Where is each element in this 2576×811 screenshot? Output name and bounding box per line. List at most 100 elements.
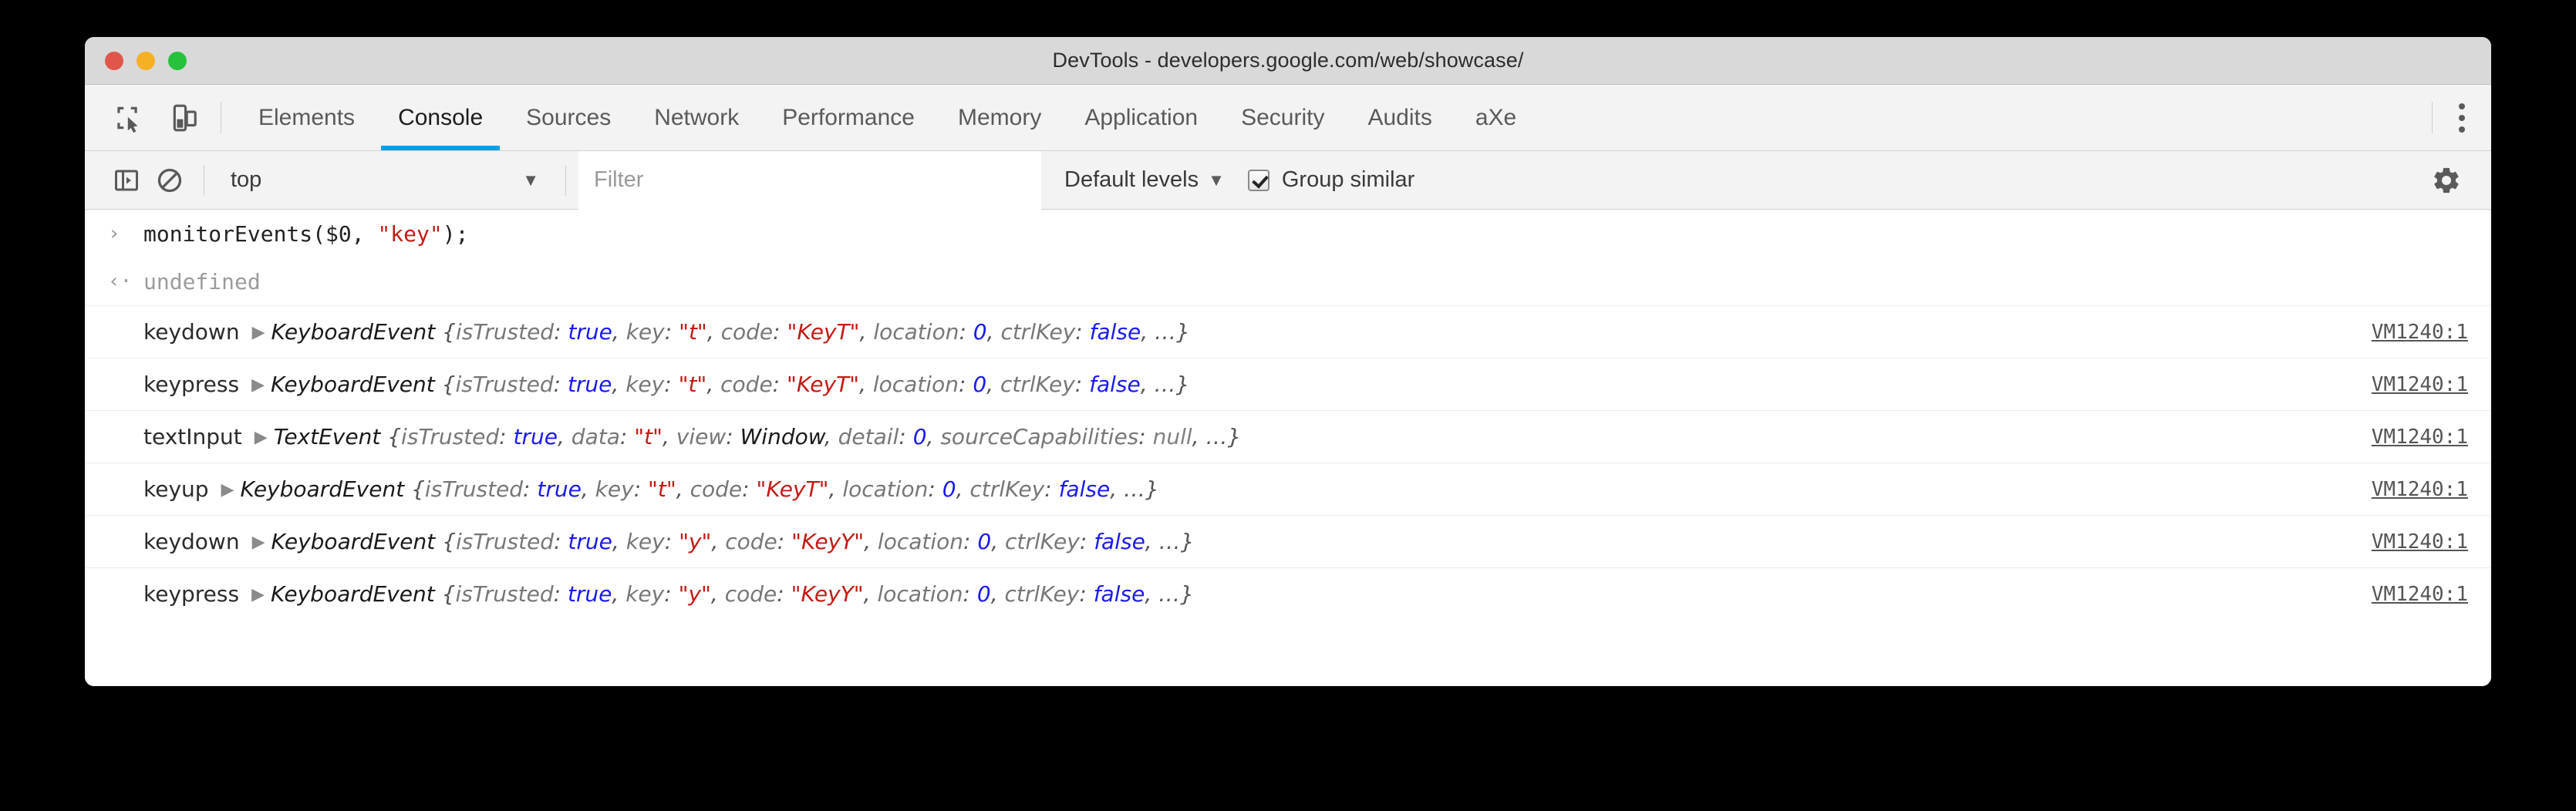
object-property-separator: , — [1141, 319, 1155, 345]
tab-label: Audits — [1367, 105, 1431, 131]
console-event-row[interactable]: keyup▶KeyboardEvent {isTrusted: true, ke… — [85, 463, 2491, 515]
inspect-element-icon[interactable] — [108, 99, 147, 137]
object-property-separator: , — [864, 581, 878, 607]
console-filter-toolbar: top ▼ Default levels ▼ Group similar — [85, 151, 2491, 210]
object-property-key: ctrlKey — [1005, 581, 1080, 607]
console-event-row[interactable]: keypress▶KeyboardEvent {isTrusted: true,… — [85, 567, 2491, 620]
source-location-link[interactable]: VM1240:1 — [2341, 373, 2468, 396]
console-event-row[interactable]: keypress▶KeyboardEvent {isTrusted: true,… — [85, 358, 2491, 410]
object-property-separator: , — [956, 476, 970, 502]
devtools-tab-bar: Elements Console Sources Network Perform… — [85, 85, 2491, 151]
object-ellipsis: … — [1155, 319, 1176, 345]
source-location-link[interactable]: VM1240:1 — [2341, 530, 2468, 554]
expand-triangle-icon[interactable]: ▶ — [221, 480, 234, 500]
zoom-window-button[interactable] — [168, 52, 187, 70]
tab-audits[interactable]: Audits — [1346, 85, 1453, 150]
object-property-separator: , — [829, 476, 843, 502]
object-property-value: "y" — [679, 529, 711, 554]
event-type-label: keydown — [143, 529, 240, 554]
command-arg: "key" — [377, 221, 442, 247]
tab-network[interactable]: Network — [632, 85, 760, 150]
command-pre: monitorEvents($0, — [143, 221, 377, 247]
object-property-key: sourceCapabilities — [940, 424, 1138, 449]
console-event-row[interactable]: keydown▶KeyboardEvent {isTrusted: true, … — [85, 305, 2491, 358]
object-property-colon: : — [499, 424, 513, 449]
object-ellipsis: … — [1158, 581, 1180, 607]
object-open-brace: { — [435, 319, 456, 345]
object-property-key: location — [877, 581, 963, 607]
tab-axe[interactable]: aXe — [1454, 85, 1538, 150]
filter-input[interactable] — [578, 151, 1041, 210]
log-levels-dropdown[interactable]: Default levels ▼ — [1064, 167, 1225, 193]
event-object-preview: TextEvent {isTrusted: true, data: "t", v… — [274, 424, 1242, 449]
object-property-key: isTrusted — [456, 529, 554, 554]
object-constructor-name: KeyboardEvent — [240, 476, 404, 502]
console-sidebar-icon[interactable] — [105, 159, 148, 202]
object-property-colon: : — [554, 372, 568, 397]
prompt-marker-icon: › — [108, 222, 143, 245]
object-property-colon: : — [959, 319, 973, 345]
object-property-value: Window — [740, 424, 824, 449]
tab-application[interactable]: Application — [1063, 85, 1219, 150]
minimize-window-button[interactable] — [137, 52, 155, 70]
object-property-key: detail — [838, 424, 899, 449]
execution-context-select[interactable]: top ▼ — [217, 159, 553, 202]
expand-triangle-icon[interactable]: ▶ — [251, 375, 265, 395]
object-property-colon: : — [773, 372, 787, 397]
object-property-key: ctrlKey — [1000, 319, 1075, 345]
devtools-window: DevTools - developers.google.com/web/sho… — [85, 37, 2491, 686]
tab-elements[interactable]: Elements — [237, 85, 376, 150]
clear-console-icon[interactable] — [148, 159, 191, 202]
device-toolbar-icon[interactable] — [165, 99, 204, 137]
object-property-value: true — [537, 476, 581, 502]
object-property-colon: : — [665, 529, 679, 554]
source-location-link[interactable]: VM1240:1 — [2341, 583, 2468, 606]
tab-sources[interactable]: Sources — [504, 85, 632, 150]
object-property-value: false — [1089, 372, 1141, 397]
more-options-icon[interactable] — [2433, 85, 2491, 151]
object-property-value: "KeyY" — [791, 529, 864, 554]
group-similar-checkbox[interactable] — [1248, 170, 1269, 191]
object-property-separator: , — [1110, 476, 1124, 502]
object-property-key: isTrusted — [425, 476, 523, 502]
expand-triangle-icon[interactable]: ▶ — [255, 427, 268, 447]
tab-memory[interactable]: Memory — [936, 85, 1063, 150]
object-property-colon: : — [777, 581, 791, 607]
object-property-value: true — [514, 424, 558, 449]
console-event-row[interactable]: textInput▶TextEvent {isTrusted: true, da… — [85, 410, 2491, 463]
tab-security[interactable]: Security — [1219, 85, 1346, 150]
object-property-value: 0 — [913, 424, 927, 449]
object-property-separator: , — [1141, 372, 1155, 397]
console-message-list[interactable]: › monitorEvents($0, "key"); ‹· undefined… — [85, 210, 2491, 686]
tab-performance[interactable]: Performance — [760, 85, 936, 150]
expand-triangle-icon[interactable]: ▶ — [251, 584, 265, 604]
object-property-key: key — [626, 529, 665, 554]
tab-label: Application — [1084, 105, 1198, 131]
console-result-value: undefined — [143, 269, 261, 294]
object-property-value: 0 — [942, 476, 956, 502]
tab-console[interactable]: Console — [376, 85, 504, 150]
object-property-separator: , — [706, 372, 720, 397]
console-event-row[interactable]: keydown▶KeyboardEvent {isTrusted: true, … — [85, 515, 2491, 567]
object-open-brace: { — [435, 529, 456, 554]
settings-gear-icon[interactable] — [2425, 159, 2468, 202]
source-location-link[interactable]: VM1240:1 — [2341, 478, 2468, 501]
expand-triangle-icon[interactable]: ▶ — [252, 322, 265, 342]
object-property-key: code — [725, 529, 777, 554]
source-location-link[interactable]: VM1240:1 — [2341, 321, 2468, 344]
event-type-label: keypress — [143, 581, 239, 607]
close-window-button[interactable] — [105, 52, 123, 70]
object-property-separator: , — [864, 529, 878, 554]
object-property-separator: , — [582, 476, 595, 502]
object-property-value: true — [568, 529, 612, 554]
expand-triangle-icon[interactable]: ▶ — [252, 532, 265, 552]
object-property-colon: : — [554, 529, 568, 554]
object-property-separator: , — [612, 529, 626, 554]
group-similar-toggle[interactable]: Group similar — [1248, 167, 1414, 193]
object-ellipsis: … — [1124, 476, 1145, 502]
source-location-link[interactable]: VM1240:1 — [2341, 426, 2468, 449]
object-property-key: key — [595, 476, 634, 502]
object-property-key: isTrusted — [455, 581, 553, 607]
object-property-key: code — [690, 476, 743, 502]
tab-label: Security — [1241, 105, 1324, 131]
